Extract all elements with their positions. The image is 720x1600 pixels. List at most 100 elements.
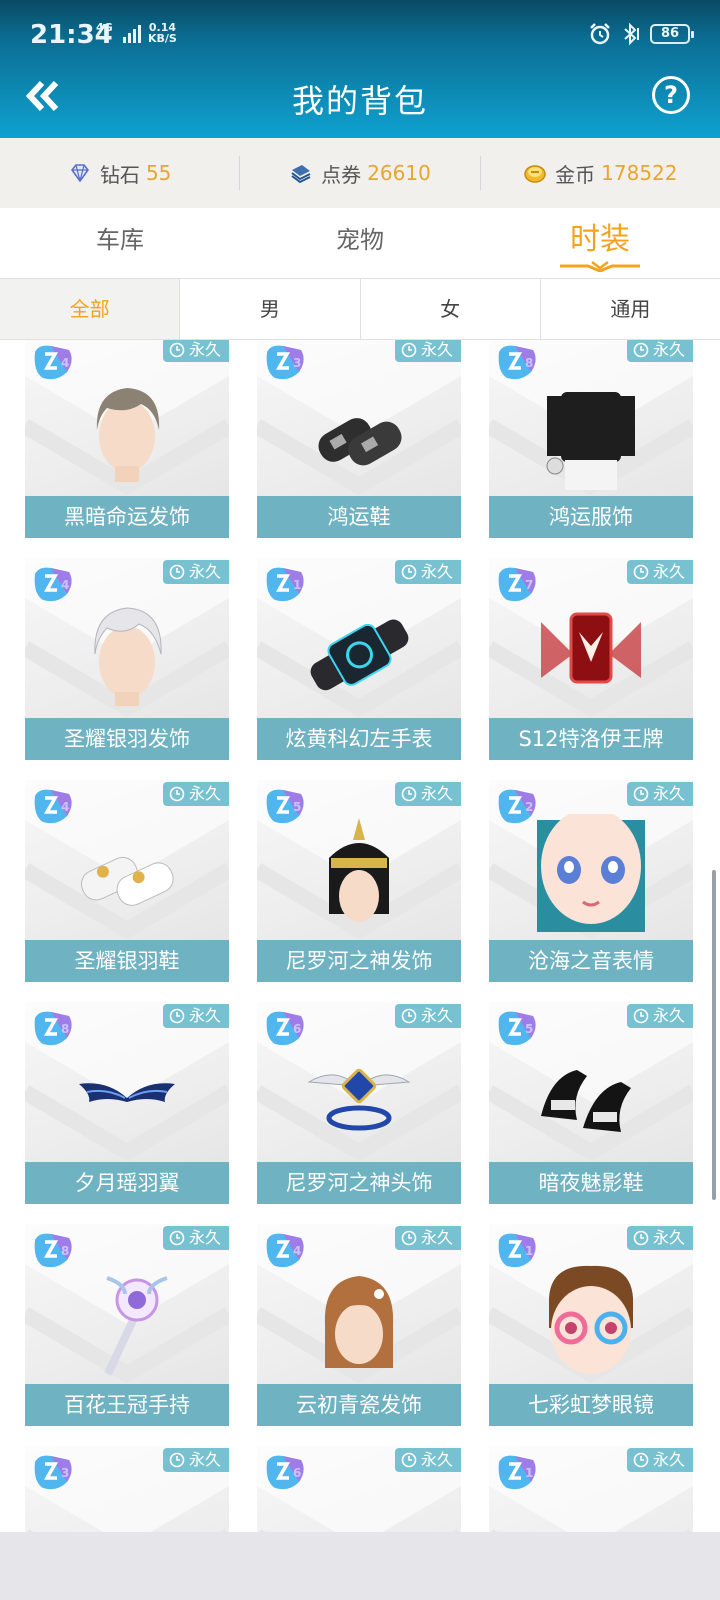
help-button[interactable]: ? [652,76,690,114]
network-indicator: 4G [96,21,113,34]
tab-garage[interactable]: 车库 [0,208,240,278]
item-level: 4 [61,356,70,370]
item-artwork [79,1083,175,1102]
inventory-item-card[interactable]: 1 永久 [489,1446,693,1532]
permanent-tag: 永久 [626,340,693,362]
item-level: 5 [293,800,302,814]
item-name: 圣耀银羽鞋 [25,940,229,982]
permanent-tag: 永久 [394,1226,461,1250]
active-tab-indicator [560,261,640,272]
permanent-tag: 永久 [394,1448,461,1472]
item-level: 6 [293,1022,302,1036]
inventory-item-card[interactable]: 4 永久 黑暗命运发饰 [25,340,229,538]
inventory-item-card[interactable]: 5 永久 暗夜魅影鞋 [489,1002,693,1204]
clock-icon [401,786,417,802]
item-level: 8 [525,356,534,370]
permanent-tag: 永久 [394,1004,461,1028]
permanent-tag: 永久 [626,560,693,584]
item-level: 8 [61,1244,70,1258]
inventory-item-card[interactable]: 4 永久 圣耀银羽发饰 [25,558,229,760]
item-name: 尼罗河之神发饰 [257,940,461,982]
item-level: 8 [61,1022,70,1036]
item-artwork [324,1276,394,1368]
filter-male[interactable]: 男 [179,279,359,339]
inventory-item-card[interactable]: 1 永久 七彩虹梦眼镜 [489,1224,693,1426]
permanent-tag: 永久 [162,1448,229,1472]
item-level: 4 [293,1244,302,1258]
clock-icon [169,342,185,358]
item-artwork [94,607,162,706]
filter-female[interactable]: 女 [359,279,540,339]
item-grid: 4 永久 黑暗命运发饰 3 永久 鸿运鞋 8 永久 鸿运服饰 4 永久 圣耀银羽发饰 1 永久 炫黄科幻左手… [0,340,720,1532]
item-name: 尼罗河之神头饰 [257,1162,461,1204]
clock-icon [401,1008,417,1024]
clock-icon [169,1230,185,1246]
item-artwork [549,1265,633,1374]
gender-filter-tabs: 全部 男 女 通用 [0,278,720,340]
item-artwork [307,1068,411,1131]
item-level: 4 [61,578,70,592]
item-name: 炫黄科幻左手表 [257,718,461,760]
clock-icon [633,1230,649,1246]
coupon-icon [291,165,311,184]
tab-fashion[interactable]: 时装 [480,208,720,278]
diamond-balance: 钻石 55 [0,159,239,188]
item-artwork [104,1276,168,1376]
clock-icon [401,342,417,358]
item-level: 2 [525,800,534,814]
gold-balance: 金币 178522 [481,159,720,188]
diamond-icon [70,164,89,183]
permanent-tag: 永久 [394,782,461,806]
coupon-balance: 点券 26610 [240,159,479,188]
item-level: 4 [61,800,70,814]
inventory-item-card[interactable]: 3 永久 [25,1446,229,1532]
item-artwork [310,619,409,691]
clock-icon [169,1008,185,1024]
item-grid-scroll[interactable]: 4 永久 黑暗命运发饰 3 永久 鸿运鞋 8 永久 鸿运服饰 4 永久 圣耀银羽发饰 1 永久 炫黄科幻左手… [0,340,720,1532]
inventory-item-card[interactable]: 6 永久 [257,1446,461,1532]
item-artwork [546,392,635,490]
clock-icon [401,564,417,580]
clock-icon [633,564,649,580]
item-name: S12特洛伊王牌 [489,718,693,760]
battery-icon: 86 [650,24,694,44]
filter-universal[interactable]: 通用 [539,279,720,339]
item-artwork [299,1480,419,1532]
item-artwork [541,1070,631,1132]
tab-pets[interactable]: 宠物 [240,208,480,278]
item-artwork [541,612,641,684]
inventory-item-card[interactable]: 8 永久 百花王冠手持 [25,1224,229,1426]
permanent-tag: 永久 [626,1004,693,1028]
scrollbar[interactable] [712,870,716,1200]
item-artwork [318,418,402,466]
item-level: 1 [293,578,302,592]
inventory-item-card[interactable]: 3 永久 鸿运鞋 [257,340,461,538]
permanent-tag: 永久 [162,782,229,806]
item-level: 3 [61,1466,70,1480]
inventory-item-card[interactable]: 7 永久 S12特洛伊王牌 [489,558,693,760]
inventory-item-card[interactable]: 6 永久尼罗河之神头饰 [257,1002,461,1204]
inventory-item-card[interactable]: 8 永久 夕月瑶羽翼 [25,1002,229,1204]
inventory-item-card[interactable]: 4 永久 云初青瓷发饰 [257,1224,461,1426]
item-artwork [80,856,174,906]
item-level: 3 [293,356,302,370]
item-name: 夕月瑶羽翼 [25,1162,229,1204]
item-name: 沧海之音表情 [489,940,693,982]
item-level: 6 [293,1466,302,1480]
inventory-item-card[interactable]: 5 永久尼罗河之神发饰 [257,780,461,982]
clock-icon [169,786,185,802]
item-artwork [67,1480,187,1532]
clock-icon [633,1452,649,1468]
filter-all[interactable]: 全部 [0,279,180,339]
app-header: 21:34 4G 0.14 KB/S 86 我的背包 ? [0,0,720,138]
page-title: 我的背包 [291,82,428,120]
inventory-item-card[interactable]: 1 永久 炫黄科幻左手表 [257,558,461,760]
inventory-item-card[interactable]: 8 永久 鸿运服饰 [489,340,693,538]
item-level: 7 [525,578,534,592]
inventory-item-card[interactable]: 4 永久圣耀银羽鞋 [25,780,229,982]
inventory-item-card[interactable]: 2 永久 沧海之音表情 [489,780,693,982]
clock-icon [633,1008,649,1024]
clock-icon [169,564,185,580]
item-artwork [531,1480,651,1532]
item-level: 5 [525,1022,534,1036]
